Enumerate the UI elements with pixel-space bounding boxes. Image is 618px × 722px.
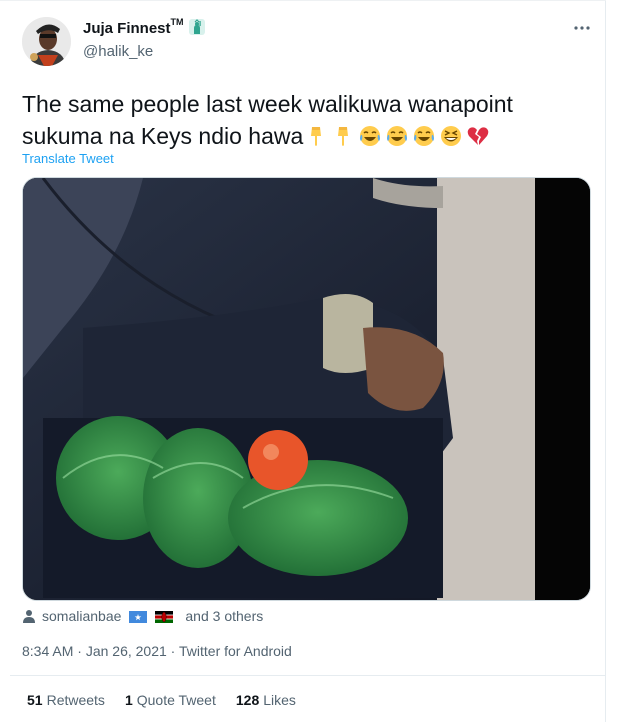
top-divider [0, 0, 606, 1]
tweet-time-link[interactable]: 8:34 AM · Jan 26, 2021 [22, 643, 167, 659]
author-name[interactable]: Juja FinnestTM [83, 17, 205, 37]
stats-top-divider [10, 675, 606, 676]
retweets-stat[interactable]: 51 Retweets [27, 692, 105, 708]
timestamp-row: 8:34 AM · Jan 26, 2021 · Twitter for And… [22, 643, 292, 659]
trademark-mark: TM [170, 17, 184, 27]
tagged-others-link[interactable]: and 3 others [185, 608, 263, 624]
backhand-index-pointing-down-icon [331, 124, 355, 148]
broken-heart-icon [466, 124, 490, 148]
face-with-tears-of-joy-icon [385, 124, 409, 148]
tweet-source-link[interactable]: Twitter for Android [179, 643, 292, 659]
tweet-text: The same people last week walikuwa wanap… [22, 88, 582, 152]
quote-tweets-stat[interactable]: 1 Quote Tweet [125, 692, 216, 708]
avatar[interactable] [22, 17, 71, 66]
face-with-tears-of-joy-icon [412, 124, 436, 148]
statue-of-liberty-icon [188, 19, 205, 35]
quotes-count: 1 [124, 692, 133, 708]
person-icon [22, 609, 36, 623]
tweet-media-photo[interactable] [22, 177, 591, 601]
tagged-users-row: somalianbae and 3 others [22, 608, 263, 624]
grinning-squinting-face-icon [439, 124, 463, 148]
meta-separator: · [166, 643, 179, 659]
retweets-count: 51 [27, 692, 43, 708]
author-handle[interactable]: @halik_ke [83, 43, 153, 60]
retweets-label: Retweets [46, 692, 105, 708]
kenya-flag-icon [155, 610, 174, 623]
engagement-stats-row: 51 Retweets 1 Quote Tweet 128 Likes [27, 692, 296, 708]
likes-count: 128 [235, 692, 260, 708]
likes-label: Likes [263, 692, 296, 708]
emoji-row [304, 124, 490, 148]
somalia-flag-icon [129, 610, 148, 623]
tweet-card: Juja FinnestTM @halik_ke The same people… [0, 0, 606, 722]
tweet-date: Jan 26, 2021 [85, 643, 167, 659]
backhand-index-pointing-down-icon [304, 124, 328, 148]
translate-tweet-link[interactable]: Translate Tweet [22, 151, 114, 166]
tweet-time: 8:34 AM [22, 643, 74, 659]
likes-stat[interactable]: 128 Likes [236, 692, 296, 708]
quotes-label: Quote Tweet [136, 692, 216, 708]
face-with-tears-of-joy-icon [358, 124, 382, 148]
more-options-icon[interactable] [572, 18, 592, 38]
tagged-user-link[interactable]: somalianbae [42, 608, 121, 624]
author-name-text: Juja Finnest [83, 20, 171, 37]
time-date-separator: · [73, 643, 86, 659]
